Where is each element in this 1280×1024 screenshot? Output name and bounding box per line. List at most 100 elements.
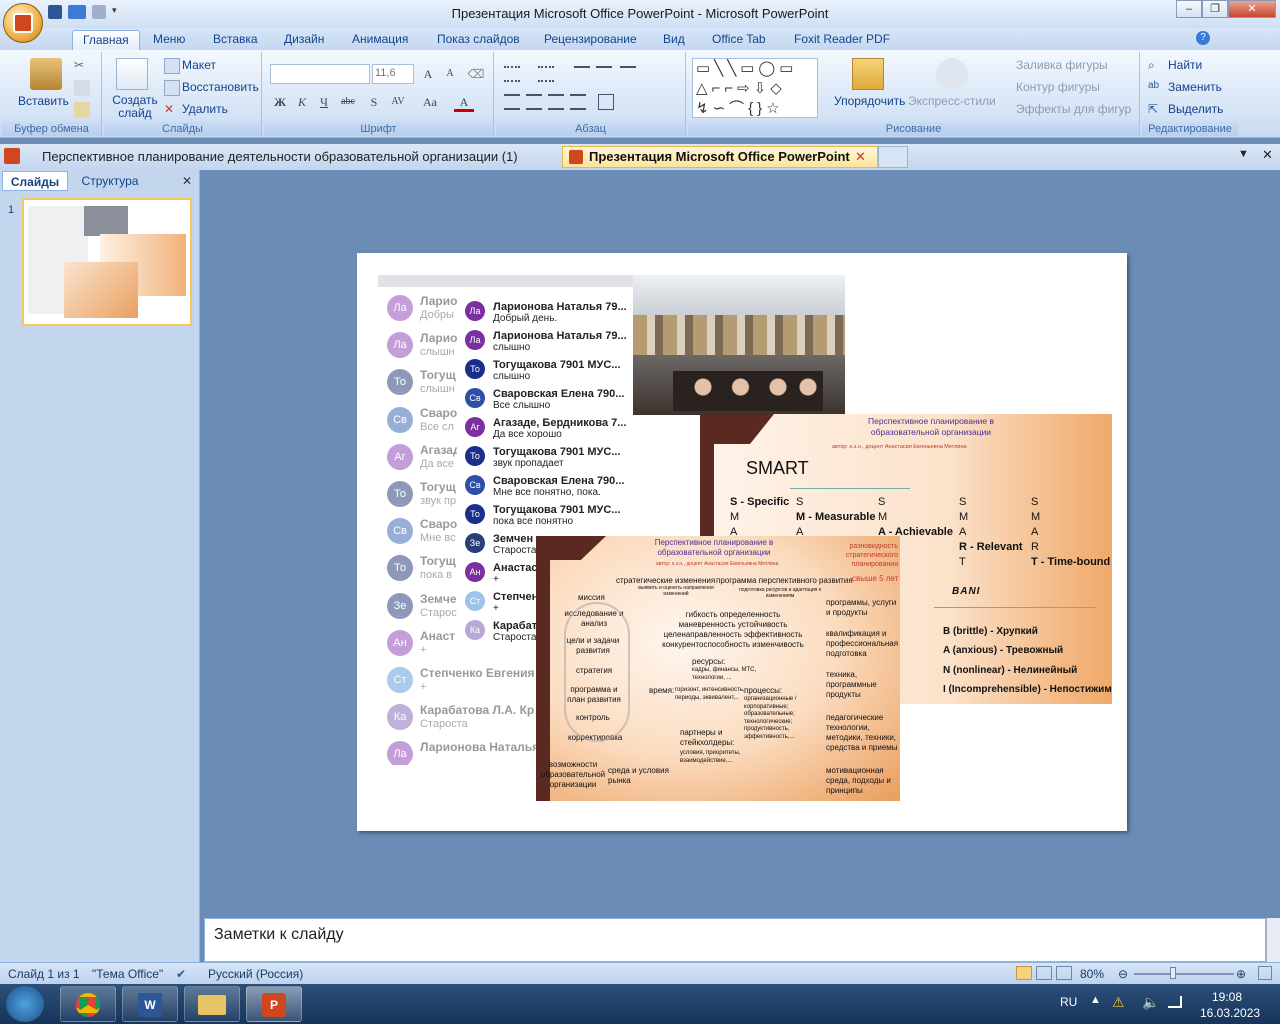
- numbering-icon[interactable]: [538, 66, 554, 82]
- shape-effects-button[interactable]: Эффекты для фигур: [1016, 102, 1131, 116]
- slideshow-view-icon[interactable]: [1056, 966, 1072, 980]
- shape-outline-button[interactable]: Контур фигуры: [1016, 80, 1100, 94]
- language-status[interactable]: Русский (Россия): [208, 967, 303, 981]
- taskbar-explorer[interactable]: [184, 986, 240, 1022]
- zoom-slider-thumb[interactable]: [1170, 967, 1176, 979]
- notes-placeholder[interactable]: Заметки к слайду: [214, 926, 344, 944]
- volume-icon[interactable]: 🔈: [1142, 994, 1159, 1011]
- start-button[interactable]: [6, 986, 44, 1022]
- redo-icon[interactable]: [92, 5, 106, 19]
- close-window-button[interactable]: ✕: [1228, 0, 1276, 18]
- notes-scrollbar[interactable]: [1266, 918, 1280, 962]
- input-language[interactable]: RU: [1060, 995, 1077, 1009]
- columns-icon[interactable]: [598, 94, 614, 110]
- doc-tab-2[interactable]: Презентация Microsoft Office PowerPoint …: [562, 146, 878, 168]
- zoom-level[interactable]: 80%: [1080, 967, 1104, 981]
- doc-tab-1[interactable]: Перспективное планирование деятельности …: [2, 146, 518, 168]
- new-tab-button[interactable]: [878, 146, 908, 168]
- taskbar-word[interactable]: W: [122, 986, 178, 1022]
- tab-view[interactable]: Вид: [653, 30, 695, 50]
- format-painter-icon[interactable]: [74, 102, 90, 118]
- help-icon[interactable]: ?: [1196, 31, 1210, 45]
- tab-slides[interactable]: Слайды: [2, 171, 68, 191]
- clock-time[interactable]: 19:08: [1212, 990, 1242, 1004]
- bullets-icon[interactable]: [504, 66, 520, 82]
- paste-icon[interactable]: [30, 58, 62, 90]
- maximize-button[interactable]: ❐: [1202, 0, 1228, 18]
- close-all-icon[interactable]: ✕: [1262, 147, 1273, 163]
- taskbar-chrome[interactable]: [60, 986, 116, 1022]
- slide-canvas[interactable]: Ла Ларио Добры Ла Ларио слышн То Тогущ слышн Св Св…: [357, 253, 1127, 831]
- shape-fill-button[interactable]: Заливка фигуры: [1016, 58, 1108, 72]
- clock-date[interactable]: 16.03.2023: [1200, 1006, 1260, 1020]
- tab-foxit[interactable]: Foxit Reader PDF: [784, 30, 900, 50]
- save-icon[interactable]: [48, 5, 62, 19]
- strikethrough-icon[interactable]: abc: [338, 92, 358, 112]
- new-slide-button[interactable]: Создать слайд: [112, 94, 158, 120]
- font-name-input[interactable]: [270, 64, 370, 84]
- align-center-icon[interactable]: [526, 94, 542, 110]
- notes-pane[interactable]: [204, 918, 1266, 962]
- tab-design[interactable]: Дизайн: [274, 30, 334, 50]
- grow-font-icon[interactable]: A: [418, 64, 438, 84]
- font-color-icon[interactable]: A: [454, 92, 474, 112]
- reset-button[interactable]: Восстановить: [182, 80, 259, 94]
- warning-icon[interactable]: ⚠: [1112, 994, 1125, 1011]
- close-pane-icon[interactable]: ✕: [182, 171, 192, 191]
- layout-button[interactable]: Макет: [182, 58, 216, 72]
- taskbar-powerpoint[interactable]: P: [246, 986, 302, 1022]
- tab-menu[interactable]: Меню: [143, 30, 195, 50]
- new-slide-icon[interactable]: [116, 58, 148, 90]
- spellcheck-icon[interactable]: ✔: [176, 967, 186, 981]
- underline-icon[interactable]: Ч: [314, 92, 334, 112]
- slide-thumbnail[interactable]: [22, 198, 192, 326]
- tab-animation[interactable]: Анимация: [342, 30, 418, 50]
- align-left-icon[interactable]: [504, 94, 520, 110]
- align-right-icon[interactable]: [548, 94, 564, 110]
- line-spacing-icon[interactable]: [620, 66, 636, 82]
- justify-icon[interactable]: [570, 94, 586, 110]
- tab-list-icon[interactable]: ▼: [1238, 148, 1249, 160]
- quick-styles-button[interactable]: Экспресс-стили: [908, 94, 996, 108]
- minimize-button[interactable]: –: [1176, 0, 1202, 18]
- normal-view-icon[interactable]: [1016, 966, 1032, 980]
- paste-button[interactable]: Вставить: [18, 94, 69, 108]
- shrink-font-icon[interactable]: A: [440, 64, 460, 84]
- cut-icon[interactable]: ✂: [74, 58, 90, 74]
- case-icon[interactable]: Aa: [420, 92, 440, 112]
- quick-styles-icon[interactable]: [936, 58, 968, 90]
- zoom-in-icon[interactable]: ⊕: [1236, 967, 1246, 981]
- arrange-icon[interactable]: [852, 58, 884, 90]
- arrange-button[interactable]: Упорядочить: [834, 94, 905, 108]
- slide-sorter-icon[interactable]: [1036, 966, 1052, 980]
- italic-icon[interactable]: К: [292, 92, 312, 112]
- spacing-icon[interactable]: AV: [388, 92, 408, 112]
- decrease-indent-icon[interactable]: [574, 66, 590, 82]
- increase-indent-icon[interactable]: [596, 66, 612, 82]
- tab-office-tab[interactable]: Office Tab: [702, 30, 776, 50]
- copy-icon[interactable]: [74, 80, 90, 96]
- select-button[interactable]: Выделить: [1168, 102, 1223, 116]
- delete-slide-button[interactable]: Удалить: [182, 102, 228, 116]
- tab-insert[interactable]: Вставка: [203, 30, 268, 50]
- network-icon[interactable]: [1168, 996, 1182, 1008]
- tab-slideshow[interactable]: Показ слайдов: [427, 30, 530, 50]
- fit-window-icon[interactable]: [1258, 966, 1272, 980]
- tab-review[interactable]: Рецензирование: [534, 30, 647, 50]
- clear-format-icon[interactable]: ⌫: [466, 64, 486, 84]
- bold-icon[interactable]: Ж: [270, 92, 290, 112]
- tray-expand-icon[interactable]: ▲: [1090, 994, 1101, 1006]
- office-button[interactable]: [3, 3, 43, 43]
- shapes-gallery[interactable]: ▭╲╲▭◯▭ △⌐⌐⇨⇩◇ ↯∽⌒{}☆: [692, 58, 818, 118]
- undo-icon[interactable]: [68, 5, 86, 19]
- tab-home[interactable]: Главная: [72, 30, 140, 50]
- zoom-out-icon[interactable]: ⊖: [1118, 967, 1128, 981]
- replace-button[interactable]: Заменить: [1168, 80, 1222, 94]
- shadow-icon[interactable]: S: [364, 92, 384, 112]
- zoom-slider[interactable]: [1134, 973, 1234, 975]
- find-button[interactable]: Найти: [1168, 58, 1202, 72]
- tab-outline[interactable]: Структура: [72, 171, 148, 191]
- font-size-input[interactable]: 11,6: [372, 64, 414, 84]
- close-tab-icon[interactable]: ✕: [855, 149, 866, 165]
- qat-menu-icon[interactable]: ▾: [112, 5, 120, 19]
